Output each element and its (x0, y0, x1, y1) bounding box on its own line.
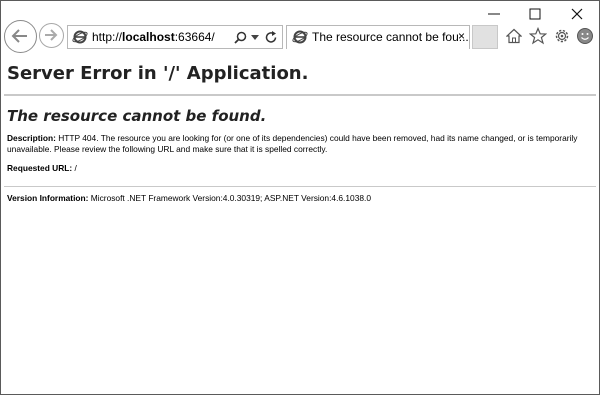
search-button[interactable] (234, 30, 247, 44)
new-tab-button[interactable] (472, 25, 498, 49)
back-arrow-icon (11, 29, 27, 43)
settings-button[interactable] (552, 26, 572, 46)
maximize-button[interactable] (521, 4, 549, 24)
url-port: :63664/ (174, 30, 215, 44)
page-content: Server Error in '/' Application. The res… (4, 61, 596, 204)
refresh-icon (265, 30, 277, 43)
page-heading: Server Error in '/' Application. (7, 63, 309, 84)
description-text: HTTP 404. The resource you are looking f… (7, 133, 578, 154)
search-icon (234, 31, 247, 44)
address-bar[interactable]: http://localhost:63664/ (67, 25, 283, 49)
requested-url-value: / (72, 163, 77, 173)
version-divider (4, 185, 596, 187)
requested-url-label: Requested URL: (7, 163, 73, 173)
home-icon (506, 28, 522, 44)
address-dropdown-button[interactable] (251, 30, 259, 44)
smiley-icon (577, 28, 593, 44)
url-host: localhost (122, 30, 175, 44)
version-text: Microsoft .NET Framework Version:4.0.303… (88, 192, 372, 203)
close-window-button[interactable] (563, 4, 591, 24)
back-button[interactable] (4, 20, 37, 53)
feedback-button[interactable] (575, 26, 595, 46)
version-label: Version Information: (7, 192, 89, 203)
forward-button[interactable] (39, 23, 64, 48)
dropdown-arrow-icon (251, 35, 259, 40)
description-label: Description: (7, 133, 56, 143)
description-paragraph: Description: HTTP 404. The resource you … (7, 133, 593, 154)
minimize-icon (488, 13, 500, 15)
ie-logo-icon (292, 30, 308, 44)
url-scheme: http:// (92, 30, 123, 44)
url-text[interactable]: http://localhost:63664/ (92, 30, 215, 44)
forward-arrow-icon (45, 29, 58, 41)
error-subheading: The resource cannot be found. (7, 107, 267, 125)
favorites-button[interactable] (528, 26, 548, 46)
tab-active[interactable]: The resource cannot be fou... × (286, 25, 470, 49)
version-paragraph: Version Information: Microsoft .NET Fram… (7, 193, 593, 204)
gear-icon (555, 29, 569, 43)
maximize-icon (529, 8, 541, 20)
tab-close-button[interactable]: × (458, 29, 465, 43)
heading-divider (4, 94, 596, 96)
star-icon (529, 27, 547, 45)
home-button[interactable] (504, 26, 524, 46)
refresh-button[interactable] (265, 30, 278, 44)
tab-title: The resource cannot be fou... (312, 30, 469, 44)
requested-url-paragraph: Requested URL: / (7, 163, 593, 174)
ie-logo-icon (72, 30, 88, 44)
close-icon (571, 8, 583, 20)
minimize-button[interactable] (480, 4, 508, 24)
